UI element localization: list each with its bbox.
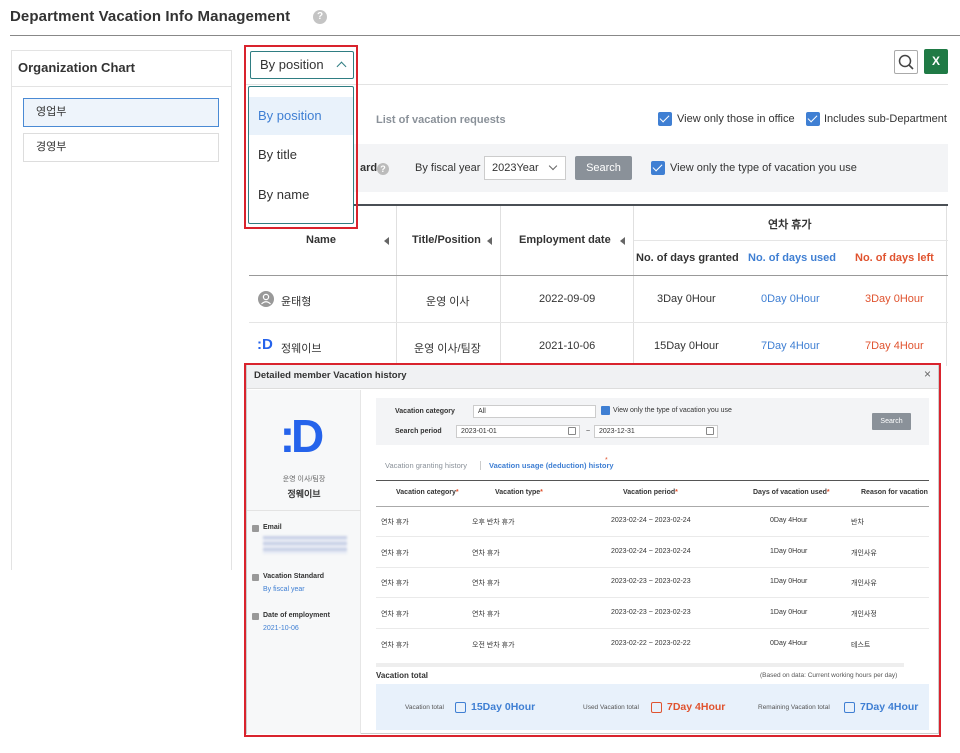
employee-title: 운영 이사 — [426, 296, 470, 308]
days-granted: 3Day 0Hour — [657, 293, 716, 305]
search-button[interactable]: Search — [575, 156, 632, 180]
view-only-office-label: View only those in office — [677, 113, 795, 125]
days-used: 0Day 0Hour — [761, 293, 820, 305]
col-divider — [946, 206, 947, 366]
title-header[interactable]: Title/Position — [412, 234, 481, 246]
help-icon[interactable]: ? — [377, 163, 389, 175]
wave-logo-avatar: :D — [257, 336, 273, 353]
user-icon — [258, 291, 274, 307]
org-item-management[interactable]: 경영부 — [23, 133, 219, 162]
days-left: 3Day 0Hour — [865, 293, 924, 305]
search-icon-button[interactable] — [894, 50, 918, 74]
vacation-standard-label: ard — [360, 162, 378, 174]
header-divider — [10, 35, 960, 36]
table-row-divider — [249, 322, 948, 323]
days-used-header: No. of days used — [748, 252, 837, 264]
employment-date: 2021-10-06 — [539, 340, 596, 352]
org-chart-panel — [11, 50, 232, 570]
view-type-checkbox[interactable] — [651, 161, 665, 175]
highlight-box — [244, 45, 358, 229]
employment-date-header[interactable]: Employment date — [519, 234, 611, 246]
days-granted-header: No. of days granted — [636, 252, 739, 264]
includes-sub-department-checkbox[interactable] — [806, 112, 820, 126]
view-only-office-checkbox[interactable] — [658, 112, 672, 126]
employee-title: 운영 이사/팀장 — [414, 343, 481, 355]
org-chart-title: Organization Chart — [18, 60, 136, 75]
col-divider — [500, 206, 501, 366]
group-header-divider — [634, 240, 948, 241]
includes-sub-department-label: Includes sub-Department — [824, 113, 947, 125]
sort-icon[interactable] — [620, 237, 625, 245]
excel-icon: X — [931, 54, 940, 68]
org-chart-divider — [11, 86, 232, 87]
days-left-header: No. of days left — [855, 252, 934, 264]
sort-icon[interactable] — [384, 237, 389, 245]
col-divider — [396, 206, 397, 366]
employment-date: 2022-09-09 — [539, 293, 596, 305]
highlight-box — [244, 363, 941, 737]
help-icon[interactable]: ? — [313, 10, 327, 24]
sort-icon[interactable] — [487, 237, 492, 245]
fiscal-year-label: By fiscal year — [415, 162, 481, 174]
days-left: 7Day 4Hour — [865, 340, 924, 352]
employee-name[interactable]: 윤태형 — [281, 293, 311, 309]
excel-download-button[interactable]: X — [924, 49, 948, 74]
employee-name[interactable]: 정웨이브 — [281, 340, 321, 356]
days-granted: 15Day 0Hour — [654, 340, 719, 352]
col-divider — [633, 206, 634, 366]
days-used: 7Day 4Hour — [761, 340, 820, 352]
org-item-sales[interactable]: 영업부 — [23, 98, 219, 127]
annual-leave-group-header: 연차 휴가 — [768, 219, 812, 231]
name-header[interactable]: Name — [306, 234, 336, 246]
view-type-label: View only the type of vacation you use — [670, 162, 857, 174]
search-icon — [898, 54, 914, 70]
page-title: Department Vacation Info Management — [10, 8, 291, 25]
list-of-vacation-requests-link[interactable]: List of vacation requests — [376, 114, 506, 126]
table-header-border — [249, 275, 948, 276]
